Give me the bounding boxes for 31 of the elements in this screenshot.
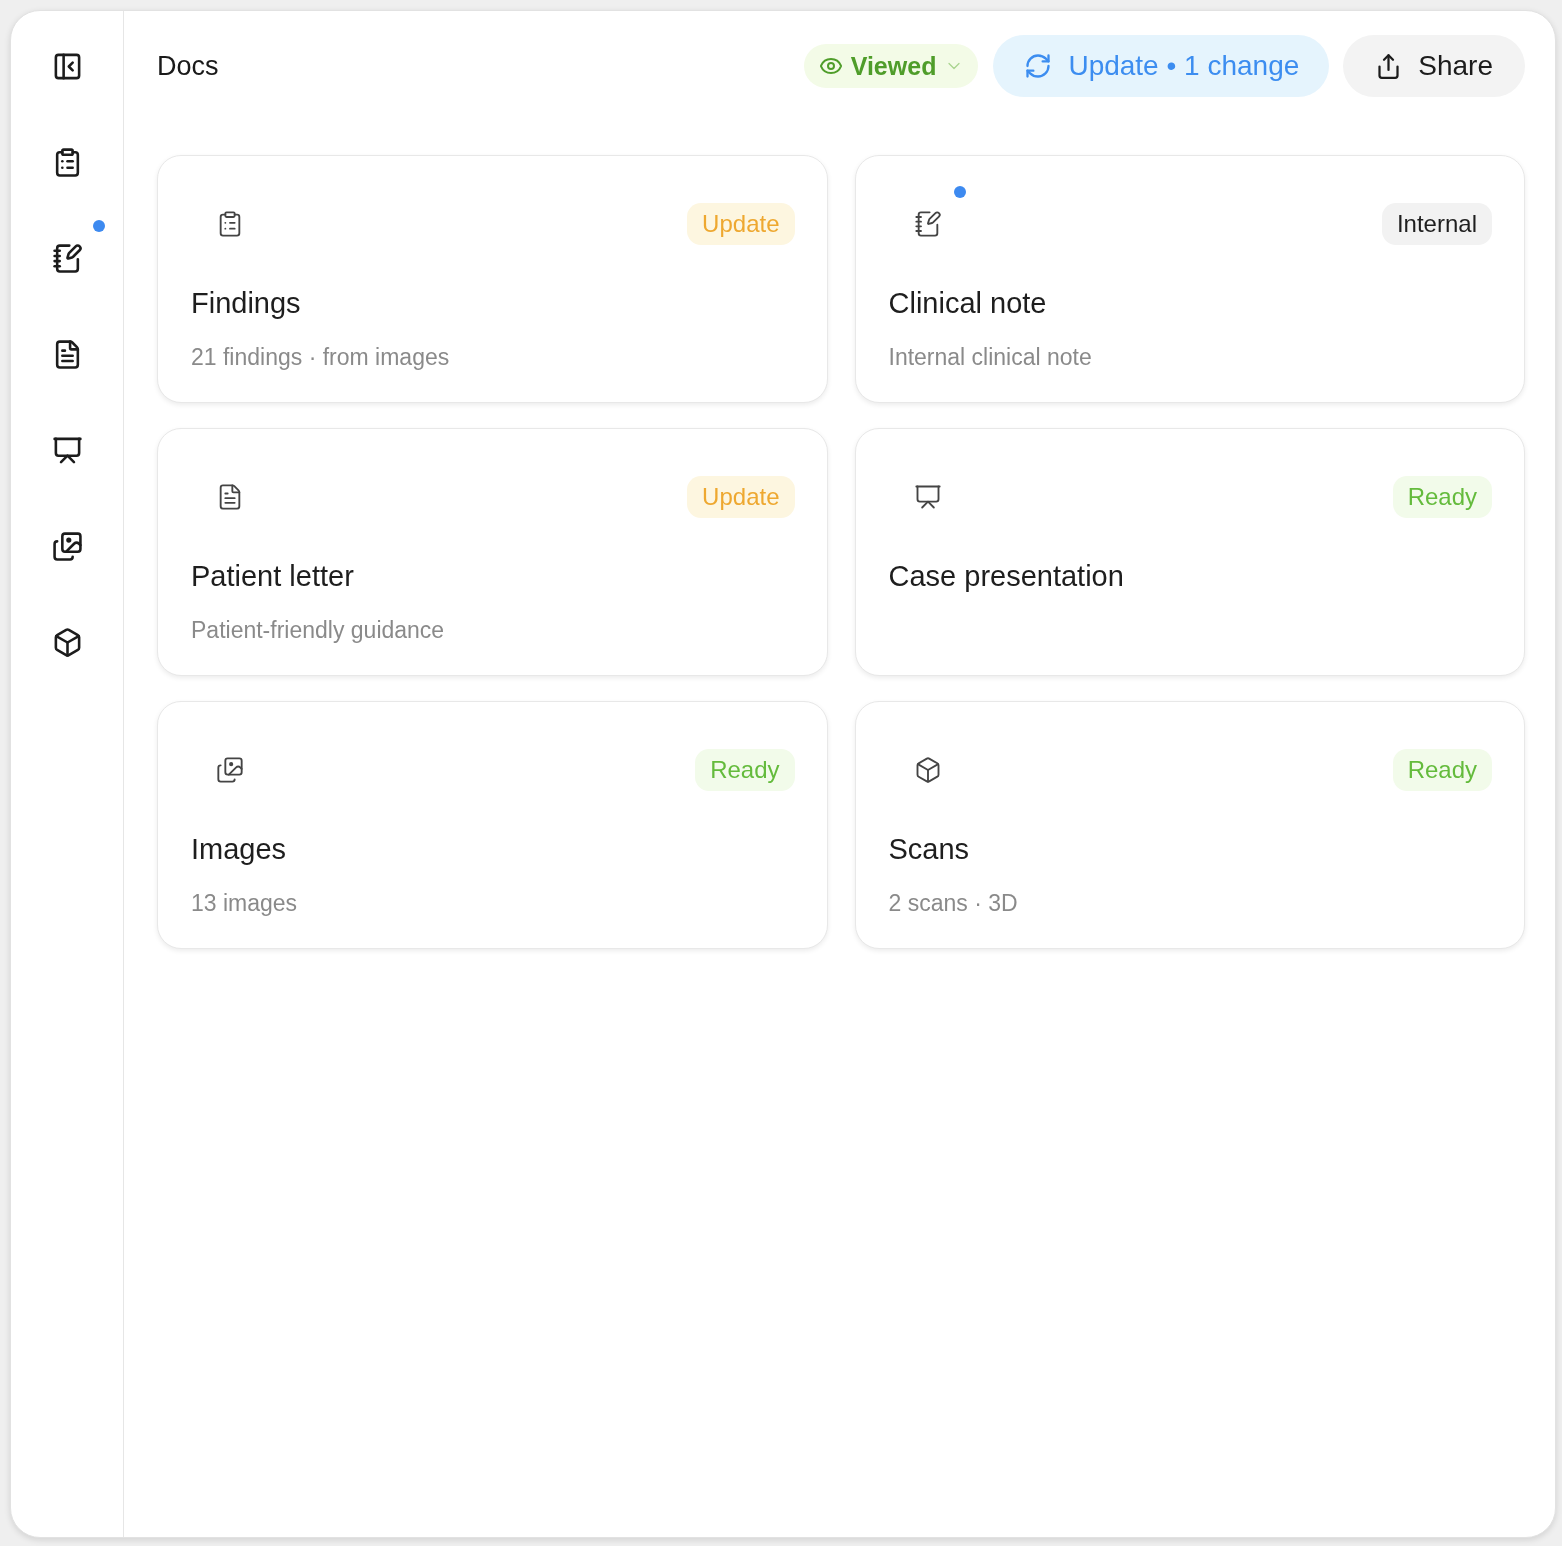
status-badge: Ready — [1392, 476, 1492, 518]
status-badge: Update — [687, 476, 795, 518]
doc-card[interactable]: Update Findings 21 findings · from images — [157, 155, 828, 403]
notebook-pen-icon — [51, 242, 83, 274]
card-title: Patient letter — [191, 559, 355, 594]
card-title: Case presentation — [888, 559, 1125, 594]
doc-card[interactable]: Internal Clinical note Internal clinical note — [854, 155, 1525, 403]
card-title: Scans — [888, 832, 971, 867]
status-badge: Internal — [1381, 203, 1492, 245]
card-title: Findings — [191, 286, 302, 321]
card-subtitle: 2 scans · 3D — [888, 889, 1019, 918]
status-badge: Update — [687, 203, 795, 245]
status-badge: Ready — [1392, 749, 1492, 791]
doc-card[interactable]: Update Patient letter Patient-friendly guidance — [157, 428, 828, 676]
page-title: Docs — [157, 52, 219, 80]
images-icon — [216, 756, 244, 784]
card-subtitle: Patient-friendly guidance — [191, 616, 446, 645]
doc-card[interactable]: Ready Scans 2 scans · 3D — [854, 701, 1525, 949]
card-subtitle: 21 findings · from images — [191, 343, 451, 372]
doc-card[interactable]: Ready Case presentation — [854, 428, 1525, 676]
card-title: Clinical note — [888, 286, 1048, 321]
doc-card[interactable]: Ready Images 13 images — [157, 701, 828, 949]
status-badge: Ready — [695, 749, 795, 791]
refresh-icon — [1024, 52, 1053, 80]
easel-icon — [913, 483, 942, 511]
notebook-pen-icon — [913, 210, 942, 238]
share-button[interactable]: Share — [1343, 35, 1525, 97]
images-icon — [51, 530, 83, 562]
card-subtitle: 13 images — [191, 889, 299, 918]
card-subtitle: Internal clinical note — [888, 343, 1093, 372]
card-title: Images — [191, 832, 288, 867]
